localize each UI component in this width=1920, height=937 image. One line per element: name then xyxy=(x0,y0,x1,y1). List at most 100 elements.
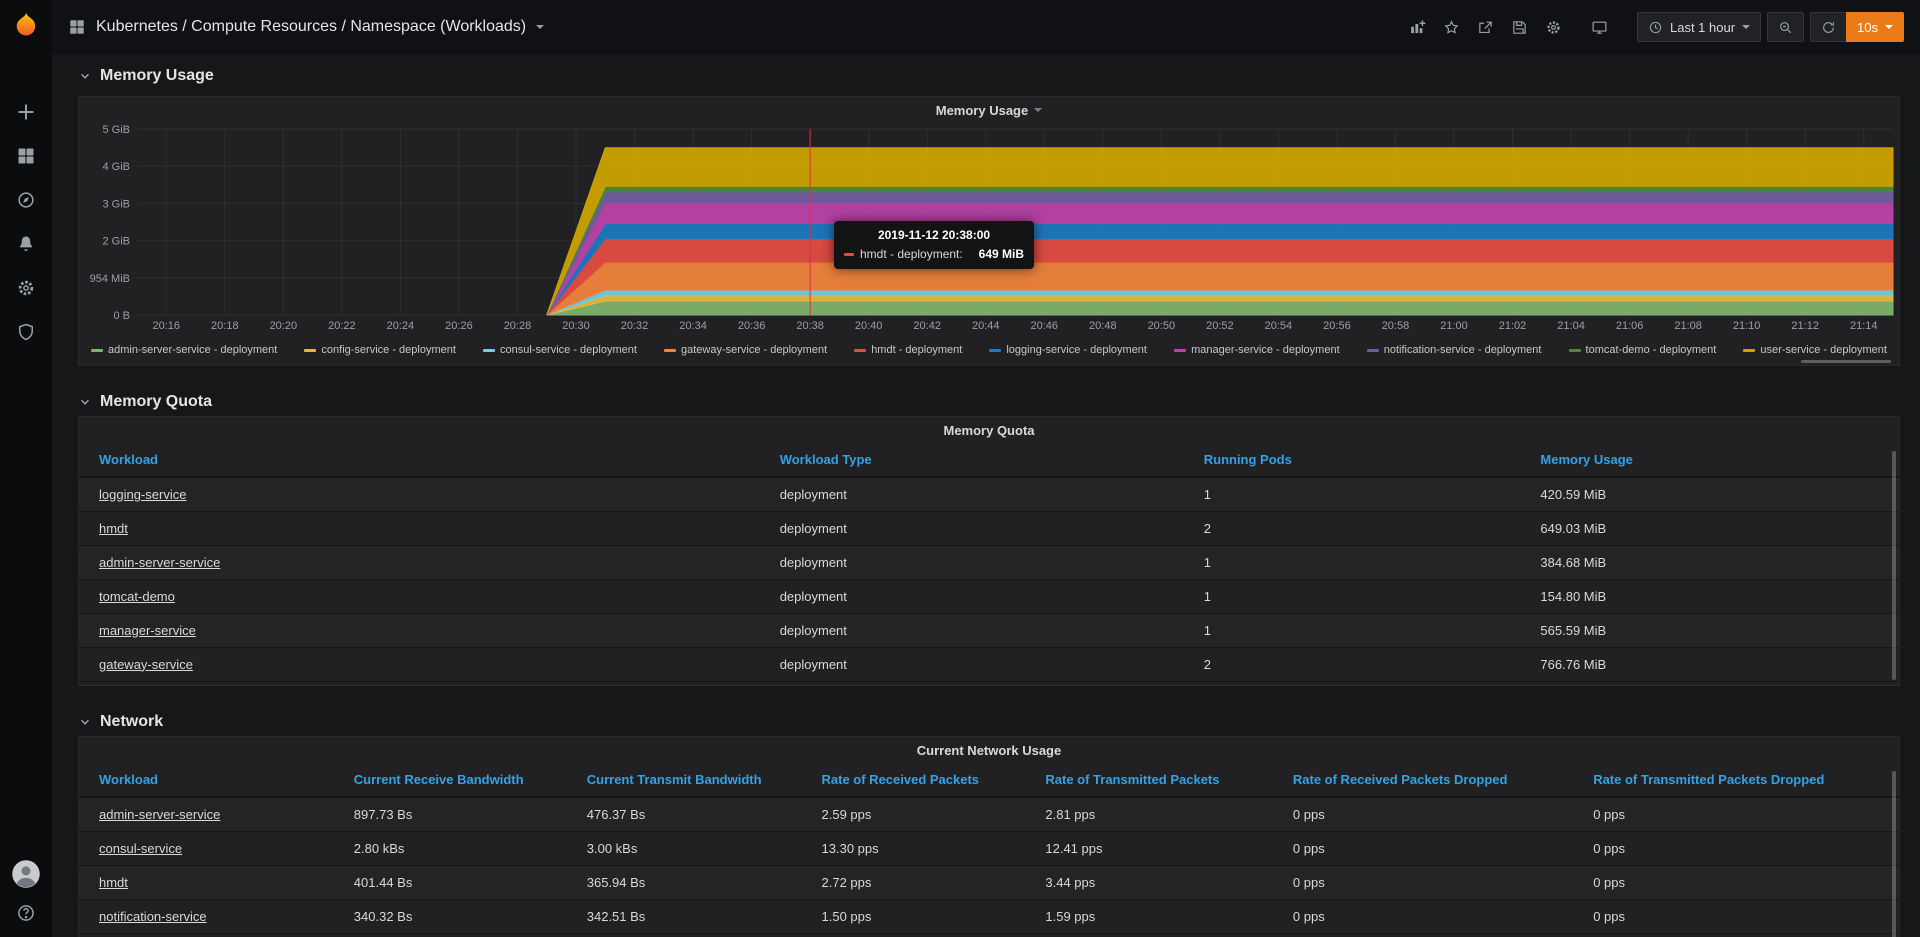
legend-item[interactable]: manager-service - deployment xyxy=(1174,344,1340,356)
save-icon xyxy=(1511,19,1528,36)
refresh-interval-picker[interactable]: 10s xyxy=(1846,12,1904,42)
table-row: admin-server-service897.73 Bs476.37 Bs2.… xyxy=(79,797,1899,831)
zoom-out-button[interactable] xyxy=(1767,12,1804,42)
memory-usage-chart[interactable]: 20:1620:1820:2020:2220:2420:2620:2820:30… xyxy=(79,123,1899,335)
panel-title-network-usage[interactable]: Current Network Usage xyxy=(79,737,1899,763)
column-header[interactable]: Memory Usage xyxy=(1520,443,1899,477)
workload-cell: consul-service xyxy=(79,831,334,865)
sidebar-item-configuration[interactable] xyxy=(0,266,52,310)
share-button[interactable] xyxy=(1471,12,1501,42)
workload-link[interactable]: gateway-service xyxy=(99,657,193,672)
sidebar-item-create[interactable] xyxy=(0,90,52,134)
svg-text:20:32: 20:32 xyxy=(621,320,649,332)
legend-series-label: tomcat-demo - deployment xyxy=(1586,344,1717,356)
workload-link[interactable]: notification-service xyxy=(99,909,207,924)
table-cell: 1 xyxy=(1184,545,1521,579)
table-cell: 0 pps xyxy=(1273,831,1573,865)
svg-text:20:26: 20:26 xyxy=(445,320,473,332)
magnifier-minus-icon xyxy=(1778,20,1793,35)
workload-cell: admin-server-service xyxy=(79,797,334,831)
user-avatar[interactable] xyxy=(11,859,41,889)
time-range-picker[interactable]: Last 1 hour xyxy=(1637,12,1761,42)
table-row: hmdt401.44 Bs365.94 Bs2.72 pps3.44 pps0 … xyxy=(79,865,1899,899)
table-cell: deployment xyxy=(760,579,1184,613)
table-cell: 649.03 MiB xyxy=(1520,511,1899,545)
column-header[interactable]: Workload xyxy=(79,763,334,797)
dashboards-icon xyxy=(16,146,36,166)
save-button[interactable] xyxy=(1505,12,1535,42)
table-cell: 2 xyxy=(1184,511,1521,545)
svg-text:21:00: 21:00 xyxy=(1440,320,1468,332)
legend-item[interactable]: notification-service - deployment xyxy=(1367,344,1542,356)
svg-text:20:58: 20:58 xyxy=(1382,320,1410,332)
column-header[interactable]: Rate of Received Packets xyxy=(802,763,1026,797)
chevron-down-icon xyxy=(1034,108,1042,112)
dashboard-title[interactable]: Kubernetes / Compute Resources / Namespa… xyxy=(96,18,526,36)
section-header-memory-usage[interactable]: Memory Usage xyxy=(78,60,1900,92)
legend-item[interactable]: tomcat-demo - deployment xyxy=(1569,344,1717,356)
workload-link[interactable]: tomcat-demo xyxy=(99,589,175,604)
section-header-memory-quota[interactable]: Memory Quota xyxy=(78,388,1900,416)
legend-series-label: config-service - deployment xyxy=(321,344,456,356)
workload-link[interactable]: logging-service xyxy=(99,487,186,502)
table-row: admin-server-servicedeployment1384.68 Mi… xyxy=(79,545,1899,579)
svg-text:20:38: 20:38 xyxy=(796,320,824,332)
legend-item[interactable]: consul-service - deployment xyxy=(483,344,637,356)
legend-item[interactable]: logging-service - deployment xyxy=(989,344,1147,356)
svg-text:20:46: 20:46 xyxy=(1031,320,1059,332)
legend-item[interactable]: admin-server-service - deployment xyxy=(91,344,277,356)
monitor-icon xyxy=(1591,19,1608,36)
workload-link[interactable]: consul-service xyxy=(99,841,182,856)
horizontal-scrollbar[interactable] xyxy=(1801,360,1891,363)
column-header[interactable]: Workload xyxy=(79,443,760,477)
column-header[interactable]: Current Transmit Bandwidth xyxy=(567,763,802,797)
table-row: consul-service2.80 kBs3.00 kBs13.30 pps1… xyxy=(79,831,1899,865)
column-header[interactable]: Rate of Transmitted Packets xyxy=(1025,763,1273,797)
panel-title-memory-quota[interactable]: Memory Quota xyxy=(79,417,1899,443)
chart-tooltip: 2019-11-12 20:38:00 hmdt - deployment: 6… xyxy=(834,221,1034,269)
dashboard-content: Memory Usage Memory Usage 20:1620:1820:2… xyxy=(52,54,1920,937)
vertical-scrollbar[interactable] xyxy=(1892,771,1896,937)
vertical-scrollbar[interactable] xyxy=(1892,451,1896,680)
column-header[interactable]: Running Pods xyxy=(1184,443,1521,477)
workload-link[interactable]: admin-server-service xyxy=(99,807,220,822)
legend-item[interactable]: hmdt - deployment xyxy=(854,344,962,356)
legend-item[interactable]: gateway-service - deployment xyxy=(664,344,827,356)
column-header[interactable]: Rate of Received Packets Dropped xyxy=(1273,763,1573,797)
sidebar-item-explore[interactable] xyxy=(0,178,52,222)
workload-link[interactable]: admin-server-service xyxy=(99,555,220,570)
chevron-down-icon xyxy=(1742,25,1750,29)
table-cell: deployment xyxy=(760,613,1184,647)
table-row: tomcat-demodeployment1154.80 MiB xyxy=(79,579,1899,613)
workload-cell: logging-service xyxy=(79,477,760,511)
dashboard-settings-button[interactable] xyxy=(1539,12,1569,42)
workload-link[interactable]: manager-service xyxy=(99,623,196,638)
column-header[interactable]: Rate of Transmitted Packets Dropped xyxy=(1573,763,1899,797)
sidebar-item-help[interactable] xyxy=(0,903,52,923)
grafana-logo[interactable] xyxy=(9,8,43,42)
chevron-down-icon[interactable] xyxy=(536,25,544,29)
chart-legend: admin-server-service - deployment config-… xyxy=(79,335,1899,365)
legend-item[interactable]: config-service - deployment xyxy=(304,344,456,356)
legend-series-marker xyxy=(1367,349,1379,352)
add-panel-button[interactable] xyxy=(1403,12,1433,42)
sidebar-item-dashboards[interactable] xyxy=(0,134,52,178)
workload-link[interactable]: hmdt xyxy=(99,875,128,890)
table-cell: 476.37 Bs xyxy=(567,797,802,831)
star-button[interactable] xyxy=(1437,12,1467,42)
star-icon xyxy=(1443,19,1460,36)
cycle-view-button[interactable] xyxy=(1585,12,1615,42)
column-header[interactable]: Workload Type xyxy=(760,443,1184,477)
sidebar-item-server-admin[interactable] xyxy=(0,310,52,354)
legend-item[interactable]: user-service - deployment xyxy=(1743,344,1887,356)
sidebar-item-alerting[interactable] xyxy=(0,222,52,266)
sidebar xyxy=(0,0,52,937)
refresh-button[interactable] xyxy=(1810,12,1846,42)
column-header[interactable]: Current Receive Bandwidth xyxy=(334,763,567,797)
tooltip-series-name: hmdt - deployment: xyxy=(860,247,963,261)
workload-link[interactable]: hmdt xyxy=(99,521,128,536)
panel-title-memory-usage[interactable]: Memory Usage xyxy=(79,97,1899,123)
section-header-network[interactable]: Network xyxy=(78,708,1900,736)
svg-text:20:40: 20:40 xyxy=(855,320,883,332)
plus-icon xyxy=(16,102,36,122)
